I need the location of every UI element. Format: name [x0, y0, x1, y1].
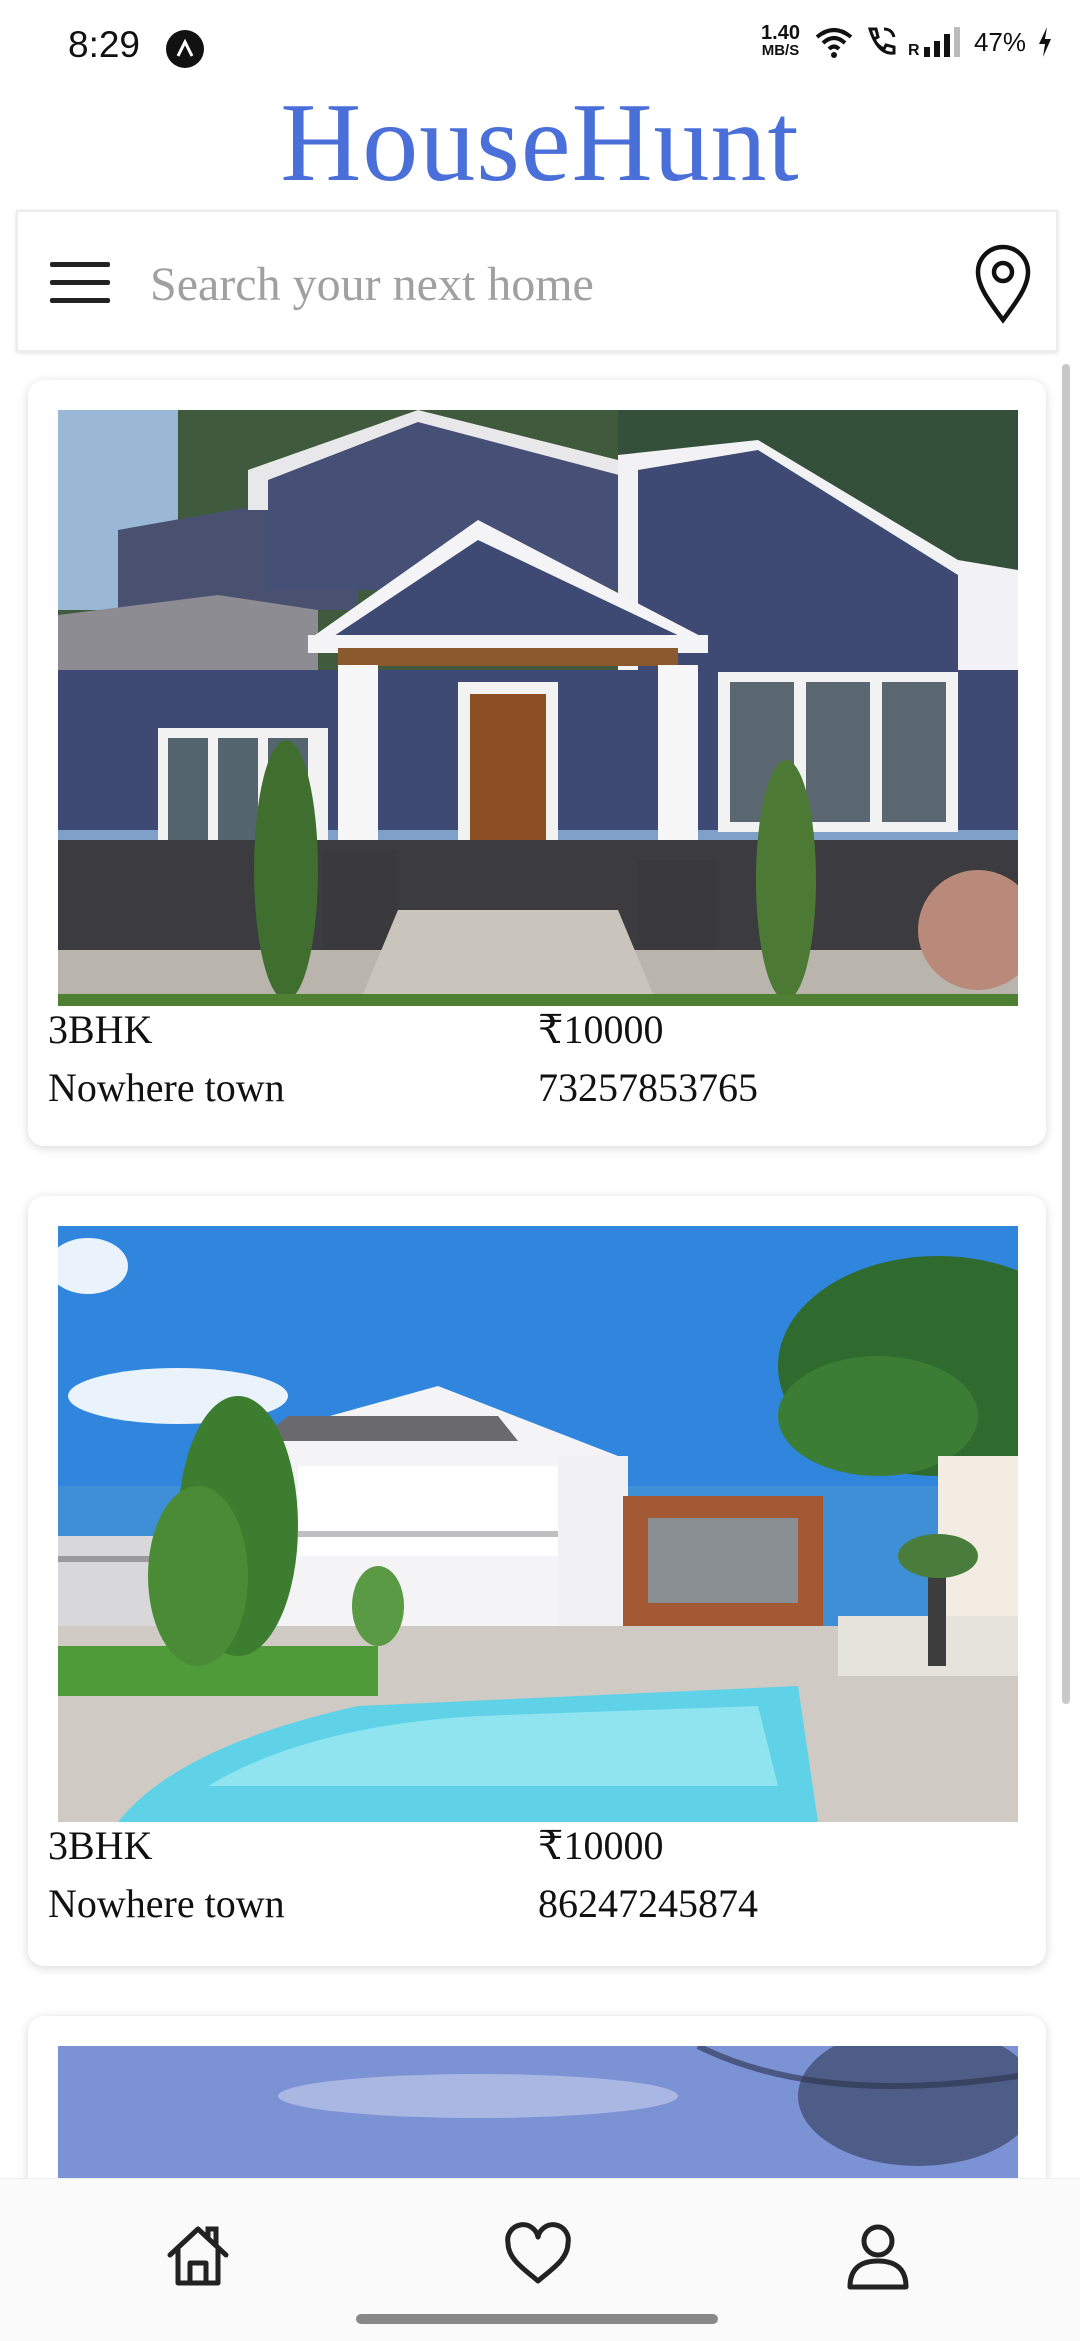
app-title: HouseHunt	[280, 81, 800, 205]
profile-icon[interactable]	[838, 2215, 918, 2295]
listing-price: ₹10000	[538, 1007, 664, 1052]
listing-location: Nowhere town	[48, 1065, 285, 1110]
listing-price: ₹10000	[538, 1823, 664, 1868]
wifi-icon	[815, 28, 853, 58]
listing-phone[interactable]: 73257853765	[538, 1064, 758, 1112]
menu-icon[interactable]	[50, 262, 110, 304]
network-speed-unit: MB/S	[761, 42, 800, 59]
network-speed-value: 1.40	[761, 22, 800, 44]
listing-card[interactable]	[28, 2016, 1046, 2178]
status-icons: 1.40 MB/S R 47%	[761, 22, 1054, 60]
status-time: 8:29	[68, 24, 141, 65]
listing-location: Nowhere town	[48, 1881, 285, 1926]
battery-percent: 47%	[973, 26, 1026, 57]
wifi-call-icon	[867, 27, 896, 55]
feed-scrollbar[interactable]	[1062, 364, 1070, 1704]
gesture-navigation-bar[interactable]	[356, 2314, 718, 2324]
battery-charging-icon	[1039, 27, 1051, 57]
listing-type: 3BHK	[48, 1007, 153, 1052]
app-notification-icon	[166, 30, 204, 68]
svg-text:R: R	[908, 42, 920, 59]
listing-card[interactable]: 3BHK ₹10000 Nowhere town 73257853765	[28, 380, 1046, 1146]
listing-feed[interactable]: 3BHK ₹10000 Nowhere town 73257853765 3BH…	[0, 360, 1080, 2178]
home-icon[interactable]	[158, 2215, 238, 2295]
listing-phone[interactable]: 86247245874	[538, 1880, 758, 1928]
listing-photo[interactable]	[58, 1226, 1018, 1822]
location-pin-icon[interactable]	[968, 242, 1038, 324]
search-input[interactable]	[148, 246, 932, 322]
signal-icon: R	[908, 27, 960, 59]
listing-photo[interactable]	[58, 410, 1018, 1006]
network-speed: 1.40 MB/S	[761, 22, 800, 60]
listing-photo[interactable]	[58, 2046, 1018, 2178]
listing-card[interactable]: 3BHK ₹10000 Nowhere town 86247245874	[28, 1196, 1046, 1966]
listing-type: 3BHK	[48, 1823, 153, 1868]
search-bar	[16, 210, 1058, 352]
heart-icon[interactable]	[498, 2215, 578, 2295]
